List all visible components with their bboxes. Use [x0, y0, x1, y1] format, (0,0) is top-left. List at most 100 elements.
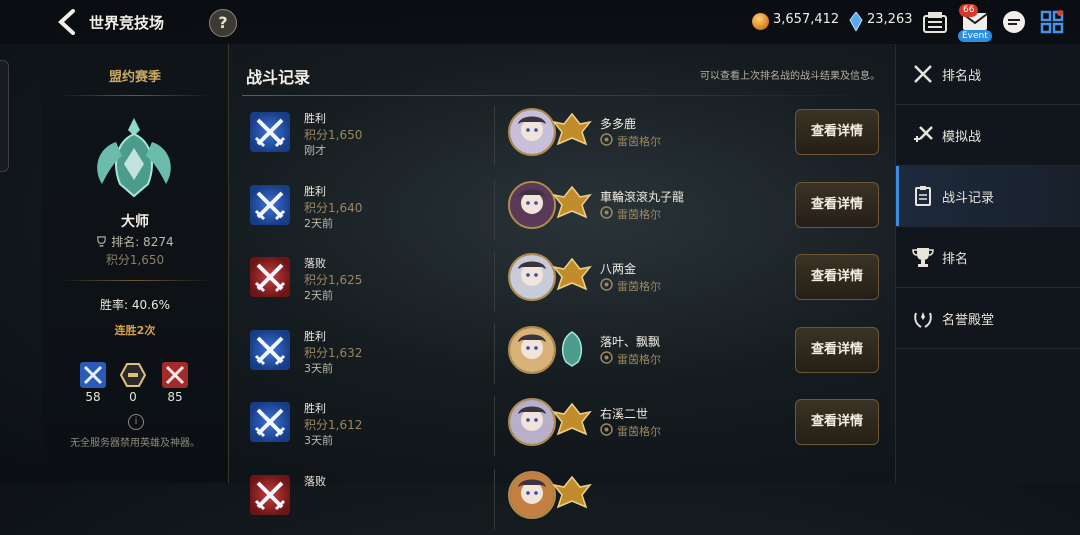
season-divider — [58, 95, 212, 96]
defeat-swords-icon — [250, 474, 290, 515]
help-button[interactable]: ? — [209, 9, 237, 37]
info-icon[interactable]: i — [128, 414, 144, 430]
opponent-avatar[interactable] — [508, 325, 556, 374]
opponent-rank-emblem-icon — [552, 185, 592, 218]
opponent-name: 八两金 — [600, 262, 637, 276]
battle-time: 2天前 — [304, 216, 333, 230]
rank-text: 排名: 8274 — [42, 233, 228, 250]
chat-icon[interactable] — [1002, 10, 1026, 34]
opponent-rank-emblem-icon — [552, 402, 592, 436]
opponent-name: 落叶、飘飘 — [600, 334, 661, 349]
opponent-rank-emblem-icon — [552, 257, 592, 291]
win-streak: 连胜2次 — [114, 324, 156, 337]
team-icon[interactable] — [922, 10, 948, 34]
battle-record-row: 胜利 积分1,612 3天前 右溪二世 雷茵格尔 查看详情 — [242, 390, 884, 462]
battle-time: 2天前 — [304, 289, 333, 302]
rank-value: 排名: 8274 — [111, 235, 174, 249]
crossed-swords-icon — [914, 65, 932, 83]
opponent-name: 車輪滾滾丸子龍 — [600, 189, 685, 204]
battle-record-row: 胜利 积分1,632 3天前 落叶、飘飘 雷茵格尔 查看详情 — [242, 318, 884, 390]
menu-label: 排名 — [942, 252, 969, 267]
crystal-icon — [849, 12, 863, 31]
arena-side-menu: 排名战 模拟战 战斗记录 排名 名誉殿堂 — [895, 44, 1080, 483]
opponent-avatar[interactable] — [508, 470, 556, 519]
gold-amount: 3,657,412 — [773, 12, 840, 27]
battle-result: 落败 — [304, 257, 326, 270]
ban-note: 无全服务器禁用英雄及神器。 — [70, 438, 200, 449]
battle-result: 胜利 — [304, 329, 326, 343]
server-icon — [600, 278, 613, 291]
server-icon — [600, 133, 613, 146]
menu-label: 战斗记录 — [942, 191, 995, 206]
battle-records-hint: 可以查看上次排名战的战斗结果及信息。 — [700, 71, 880, 82]
menu-item-hall-of-fame[interactable]: 名誉殿堂 — [896, 288, 1080, 349]
draws-icon — [120, 363, 146, 387]
opponent-name: 右溪二世 — [600, 407, 649, 421]
battle-score: 积分1,612 — [304, 418, 363, 432]
menu-label: 排名战 — [942, 69, 982, 84]
victory-swords-icon — [250, 184, 290, 225]
menu-item-battle-records[interactable]: 战斗记录 — [896, 166, 1080, 227]
view-details-button[interactable]: 查看详情 — [795, 254, 879, 300]
view-details-button[interactable]: 查看详情 — [795, 399, 879, 445]
victory-swords-icon — [250, 112, 290, 152]
defeat-swords-icon — [250, 257, 290, 297]
row-separator — [494, 106, 495, 166]
menu-item-ranked-battle[interactable]: 排名战 — [896, 44, 1080, 105]
view-details-button[interactable]: 查看详情 — [795, 109, 879, 155]
view-details-button[interactable]: 查看详情 — [795, 326, 879, 373]
opponent-rank-emblem-icon — [552, 475, 592, 508]
menu-label: 模拟战 — [942, 130, 982, 145]
losses-count: 85 — [167, 390, 183, 404]
server-icon — [600, 423, 613, 436]
opponent-avatar[interactable] — [508, 180, 556, 229]
victory-swords-icon — [250, 402, 290, 442]
row-separator — [494, 396, 495, 456]
laurel-icon — [914, 312, 932, 328]
top-bar: 世界竞技场 ? 3,657,412 23,263 66 Event — [0, 0, 1080, 44]
stats-divider — [58, 280, 212, 281]
battle-score: 积分1,650 — [304, 128, 363, 142]
draws-count: 0 — [129, 390, 137, 404]
menu-item-practice-battle[interactable]: 模拟战 — [896, 105, 1080, 166]
view-details-button[interactable]: 查看详情 — [795, 181, 879, 228]
back-arrow-icon[interactable] — [56, 9, 80, 35]
opponent-server: 雷茵格尔 — [617, 280, 661, 293]
wins-count: 58 — [85, 390, 101, 404]
opponent-server: 雷茵格尔 — [617, 425, 661, 438]
tier-name: 大师 — [121, 214, 149, 230]
side-drawer-handle[interactable] — [0, 60, 9, 172]
opponent-rank-emblem-icon — [552, 112, 592, 146]
battle-score: 积分1,640 — [304, 200, 363, 215]
opponent-rank-emblem-icon — [561, 330, 583, 367]
opponent-avatar[interactable] — [508, 108, 556, 156]
row-separator — [494, 251, 495, 311]
score-text: 积分1,650 — [105, 253, 165, 267]
grid-menu-icon[interactable] — [1040, 10, 1064, 34]
row-separator — [494, 323, 495, 384]
server-icon — [600, 205, 613, 219]
win-rate: 胜率: 40.6% — [100, 298, 170, 312]
row-separator — [494, 468, 495, 529]
victory-swords-icon — [250, 329, 290, 370]
swords-plus-icon — [914, 126, 933, 142]
trophy-icon — [912, 248, 934, 267]
battle-time: 3天前 — [304, 361, 333, 375]
event-tag[interactable]: Event — [958, 30, 992, 42]
battle-result: 胜利 — [304, 402, 326, 415]
battle-record-row: 落败 积分1,625 2天前 八两金 雷茵格尔 查看详情 — [242, 245, 884, 317]
gold-coin-icon — [752, 13, 769, 30]
battle-result: 落败 — [304, 474, 326, 488]
battle-records-title: 战斗记录 — [246, 68, 311, 87]
master-tier-emblem-icon — [97, 118, 171, 198]
battle-record-row: 胜利 积分1,640 2天前 車輪滾滾丸子龍 雷茵格尔 查看详情 — [242, 173, 884, 245]
wins-icon — [80, 362, 106, 388]
battle-score: 积分1,632 — [304, 345, 363, 360]
battle-record-row: 胜利 积分1,650 刚才 多多鹿 雷茵格尔 查看详情 — [242, 100, 884, 172]
trophy-icon — [97, 236, 107, 247]
opponent-avatar[interactable] — [508, 398, 556, 446]
opponent-avatar[interactable] — [508, 253, 556, 301]
menu-item-ranking[interactable]: 排名 — [896, 227, 1080, 288]
clipboard-icon — [915, 186, 931, 206]
mail-badge: 66 — [959, 4, 979, 17]
